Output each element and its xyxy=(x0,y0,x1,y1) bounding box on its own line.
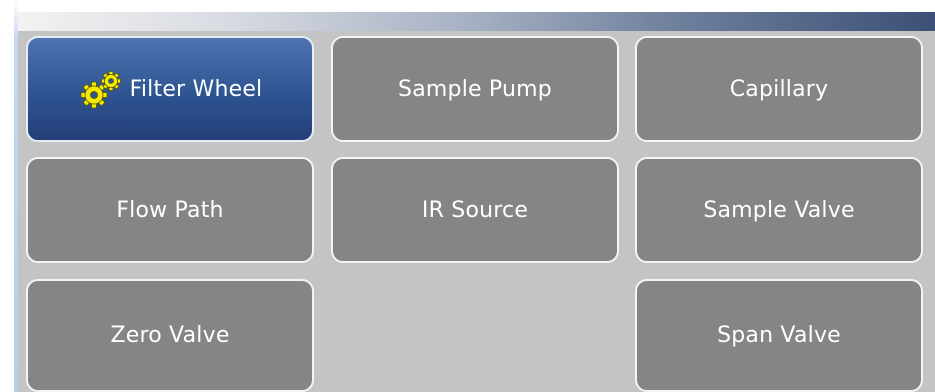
capillary-button[interactable]: Capillary xyxy=(635,36,923,142)
span-valve-button[interactable]: Span Valve xyxy=(635,279,923,392)
zero-valve-button[interactable]: Zero Valve xyxy=(26,279,314,392)
sample-valve-label: Sample Valve xyxy=(703,197,855,223)
filter-wheel-button[interactable]: Filter Wheel xyxy=(26,36,314,142)
flow-path-button[interactable]: Flow Path xyxy=(26,157,314,263)
flow-path-label: Flow Path xyxy=(116,197,224,223)
zero-valve-label: Zero Valve xyxy=(110,323,230,348)
sample-pump-label: Sample Pump xyxy=(398,76,552,102)
ir-source-label: IR Source xyxy=(421,197,529,223)
capillary-label: Capillary xyxy=(729,76,829,102)
sample-valve-button[interactable]: Sample Valve xyxy=(635,157,923,263)
sample-pump-button[interactable]: Sample Pump xyxy=(331,36,619,142)
filter-wheel-label: Filter Wheel xyxy=(129,76,263,102)
ir-source-button[interactable]: IR Source xyxy=(331,157,619,263)
title-bar xyxy=(18,12,935,31)
span-valve-label: Span Valve xyxy=(717,323,841,348)
gears-icon xyxy=(78,70,124,110)
